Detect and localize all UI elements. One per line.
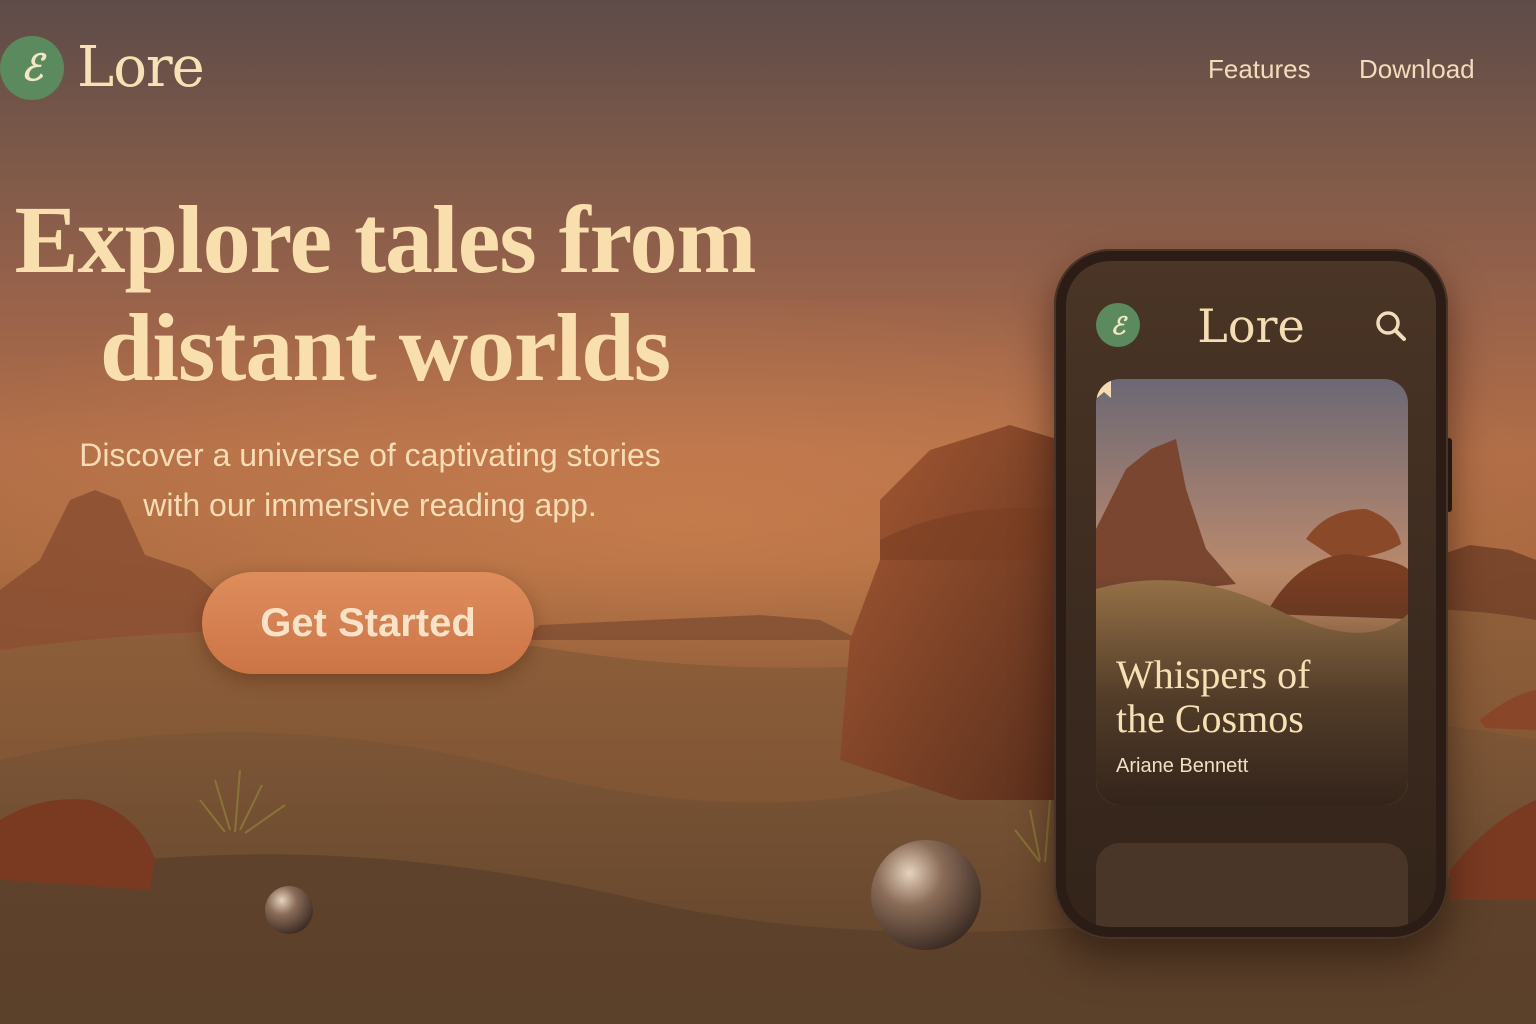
- bookmark-icon[interactable]: [1096, 379, 1112, 399]
- book-cover-illustration: [1096, 379, 1408, 805]
- nav-download-link[interactable]: Download: [1359, 54, 1475, 85]
- subtitle-line-1: Discover a universe of captivating stori…: [79, 437, 661, 473]
- next-book-card[interactable]: [1096, 843, 1408, 927]
- headline-line-2: distant worlds: [99, 294, 671, 401]
- logo-icon: ℰ: [0, 36, 64, 100]
- subtitle-line-2: with our immersive reading app.: [143, 487, 597, 523]
- headline-line-1: Explore tales from: [14, 186, 757, 293]
- brand-name: Lore: [77, 35, 205, 100]
- brand-logo[interactable]: ℰ Lore: [0, 35, 205, 100]
- phone-screen: ℰ Lore Whispers of the Cosmos Ariane Ben…: [1066, 261, 1436, 927]
- search-icon[interactable]: [1374, 309, 1408, 343]
- hero-headline: Explore tales from distant worlds: [0, 186, 770, 402]
- book-title-line-2: the Cosmos: [1116, 696, 1304, 741]
- nav-features-link[interactable]: Features: [1208, 54, 1311, 85]
- book-author: Ariane Bennett: [1116, 755, 1249, 777]
- phone-mockup: ℰ Lore Whispers of the Cosmos Ariane Ben…: [1054, 249, 1448, 939]
- book-title-line-1: Whispers of: [1116, 652, 1311, 697]
- featured-book-card[interactable]: Whispers of the Cosmos Ariane Bennett: [1096, 379, 1408, 805]
- get-started-button[interactable]: Get Started: [202, 572, 534, 674]
- book-title: Whispers of the Cosmos: [1116, 653, 1376, 741]
- hero-subtitle: Discover a universe of captivating stori…: [0, 430, 740, 530]
